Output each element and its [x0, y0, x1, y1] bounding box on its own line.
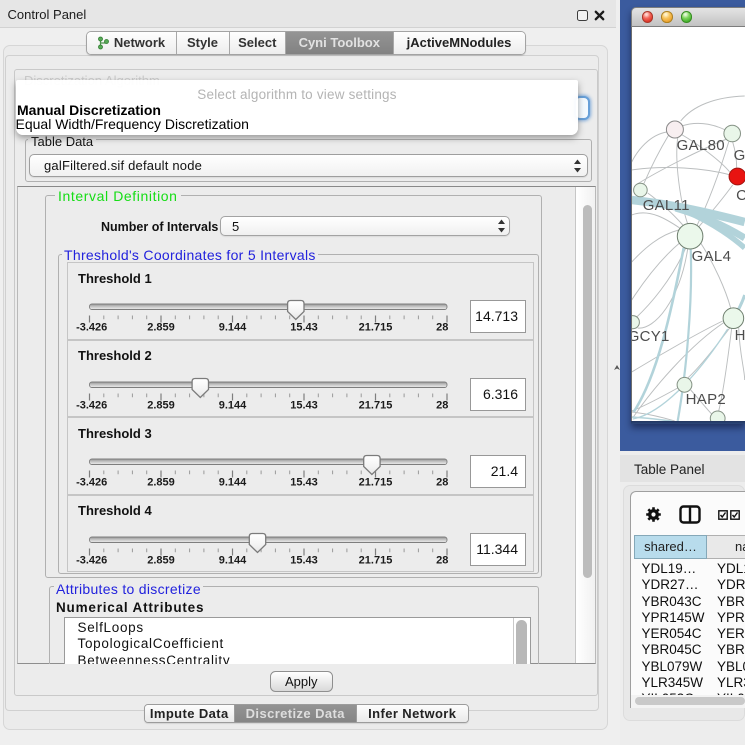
svg-text:21.715: 21.715: [358, 322, 392, 334]
svg-text:9.144: 9.144: [218, 399, 246, 411]
svg-text:15.43: 15.43: [290, 554, 318, 566]
svg-text:GCY1: GCY1: [632, 328, 670, 345]
svg-text:GA: GA: [734, 147, 745, 164]
svg-text:9.144: 9.144: [218, 322, 246, 334]
svg-text:GAL4: GAL4: [692, 248, 732, 265]
svg-text:28: 28: [436, 322, 448, 334]
svg-text:-3.426: -3.426: [76, 399, 107, 411]
svg-text:21.715: 21.715: [358, 554, 392, 566]
svg-text:28: 28: [436, 554, 448, 566]
svg-text:28: 28: [436, 477, 448, 489]
svg-text:21.715: 21.715: [358, 477, 392, 489]
svg-text:9.144: 9.144: [218, 554, 246, 566]
svg-text:HAP2: HAP2: [686, 391, 726, 408]
svg-text:15.43: 15.43: [290, 399, 318, 411]
svg-text:9.144: 9.144: [218, 477, 246, 489]
svg-text:-3.426: -3.426: [76, 554, 107, 566]
svg-text:15.43: 15.43: [290, 477, 318, 489]
svg-text:21.715: 21.715: [358, 399, 392, 411]
svg-text:H: H: [735, 327, 745, 344]
svg-text:GAL11: GAL11: [643, 197, 690, 214]
svg-text:GAL80: GAL80: [677, 137, 725, 154]
svg-text:28: 28: [436, 399, 448, 411]
svg-text:C: C: [736, 187, 744, 204]
svg-text:-3.426: -3.426: [76, 322, 107, 334]
svg-text:2.859: 2.859: [147, 322, 175, 334]
svg-text:2.859: 2.859: [147, 399, 175, 411]
svg-text:-3.426: -3.426: [76, 477, 107, 489]
svg-text:2.859: 2.859: [147, 554, 175, 566]
svg-text:2.859: 2.859: [147, 477, 175, 489]
svg-text:15.43: 15.43: [290, 322, 318, 334]
